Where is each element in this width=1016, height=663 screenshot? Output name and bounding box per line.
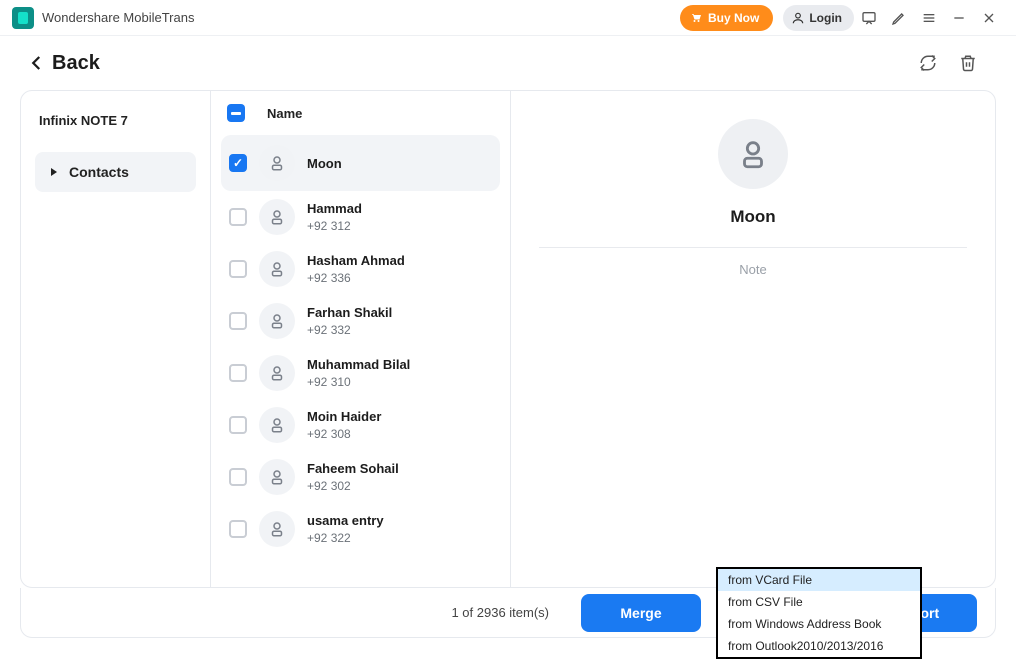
buy-now-button[interactable]: Buy Now bbox=[680, 5, 773, 31]
import-opt-vcard[interactable]: from VCard File bbox=[718, 569, 920, 591]
sidebar-item-contacts[interactable]: Contacts bbox=[35, 152, 196, 192]
detail-name: Moon bbox=[539, 207, 967, 227]
contact-phone: +92 332 bbox=[307, 323, 392, 337]
list-header: Name bbox=[211, 91, 510, 135]
contact-checkbox[interactable] bbox=[229, 416, 247, 434]
contact-info: Farhan Shakil +92 332 bbox=[307, 305, 392, 337]
contact-name: Farhan Shakil bbox=[307, 305, 392, 320]
contact-checkbox[interactable] bbox=[229, 154, 247, 172]
app-logo bbox=[12, 7, 34, 29]
select-all-checkbox[interactable] bbox=[227, 104, 245, 122]
contact-info: Moin Haider +92 308 bbox=[307, 409, 381, 441]
contact-name: Faheem Sohail bbox=[307, 461, 399, 476]
chevron-left-icon bbox=[28, 54, 46, 72]
import-menu: from VCard File from CSV File from Windo… bbox=[716, 567, 922, 659]
import-opt-outlook[interactable]: from Outlook2010/2013/2016 bbox=[718, 635, 920, 657]
item-count: 1 of 2936 item(s) bbox=[39, 605, 563, 620]
buy-now-label: Buy Now bbox=[708, 11, 759, 25]
device-label: Infinix NOTE 7 bbox=[35, 113, 196, 128]
note-label: Note bbox=[539, 262, 967, 277]
contact-checkbox[interactable] bbox=[229, 312, 247, 330]
contact-phone: +92 312 bbox=[307, 219, 362, 233]
contact-avatar bbox=[259, 303, 295, 339]
feedback-icon[interactable] bbox=[854, 0, 884, 36]
content: Infinix NOTE 7 Contacts Name Moon Hammad +… bbox=[20, 90, 996, 588]
contact-phone: +92 310 bbox=[307, 375, 410, 389]
contact-info: usama entry +92 322 bbox=[307, 513, 384, 545]
back-label: Back bbox=[52, 52, 100, 75]
contact-name: Moon bbox=[307, 156, 342, 171]
contact-name: Hammad bbox=[307, 201, 362, 216]
sidebar: Infinix NOTE 7 Contacts bbox=[21, 91, 211, 587]
contact-name: Muhammad Bilal bbox=[307, 357, 410, 372]
contact-phone: +92 336 bbox=[307, 271, 405, 285]
detail-divider bbox=[539, 247, 967, 248]
contact-list-panel: Name Moon Hammad +92 312 Hasham Ahmad +92 33… bbox=[211, 91, 511, 587]
contact-row[interactable]: Farhan Shakil +92 332 bbox=[221, 295, 500, 347]
contact-avatar bbox=[259, 407, 295, 443]
contact-name: usama entry bbox=[307, 513, 384, 528]
app-title: Wondershare MobileTrans bbox=[42, 10, 194, 25]
caret-right-icon bbox=[49, 167, 59, 177]
contact-avatar bbox=[259, 511, 295, 547]
contact-checkbox[interactable] bbox=[229, 364, 247, 382]
login-button[interactable]: Login bbox=[783, 5, 854, 31]
login-label: Login bbox=[809, 11, 842, 25]
back-button[interactable]: Back bbox=[28, 52, 100, 75]
contact-row[interactable]: Moon bbox=[221, 135, 500, 191]
contact-name: Hasham Ahmad bbox=[307, 253, 405, 268]
contact-row[interactable]: Muhammad Bilal +92 310 bbox=[221, 347, 500, 399]
header: Back bbox=[0, 36, 1016, 90]
contact-info: Hammad +92 312 bbox=[307, 201, 362, 233]
contact-row[interactable]: usama entry +92 322 bbox=[221, 503, 500, 555]
contact-row[interactable]: Moin Haider +92 308 bbox=[221, 399, 500, 451]
user-icon bbox=[791, 11, 805, 25]
contact-phone: +92 302 bbox=[307, 479, 399, 493]
sidebar-item-label: Contacts bbox=[69, 164, 129, 180]
contact-checkbox[interactable] bbox=[229, 520, 247, 538]
detail-avatar bbox=[718, 119, 788, 189]
menu-icon[interactable] bbox=[914, 0, 944, 36]
contact-avatar bbox=[259, 145, 295, 181]
contact-checkbox[interactable] bbox=[229, 468, 247, 486]
refresh-icon[interactable] bbox=[908, 43, 948, 83]
trash-icon[interactable] bbox=[948, 43, 988, 83]
minimize-icon[interactable] bbox=[944, 0, 974, 36]
import-opt-wab[interactable]: from Windows Address Book bbox=[718, 613, 920, 635]
column-name: Name bbox=[267, 106, 302, 121]
contact-checkbox[interactable] bbox=[229, 260, 247, 278]
contact-avatar bbox=[259, 355, 295, 391]
contact-info: Muhammad Bilal +92 310 bbox=[307, 357, 410, 389]
merge-button[interactable]: Merge bbox=[581, 594, 701, 632]
cart-icon bbox=[690, 12, 702, 24]
titlebar: Wondershare MobileTrans Buy Now Login bbox=[0, 0, 1016, 36]
contact-list[interactable]: Moon Hammad +92 312 Hasham Ahmad +92 336 Farh… bbox=[211, 135, 510, 587]
contact-checkbox[interactable] bbox=[229, 208, 247, 226]
import-opt-csv[interactable]: from CSV File bbox=[718, 591, 920, 613]
contact-name: Moin Haider bbox=[307, 409, 381, 424]
contact-phone: +92 322 bbox=[307, 531, 384, 545]
contact-avatar bbox=[259, 199, 295, 235]
contact-row[interactable]: Faheem Sohail +92 302 bbox=[221, 451, 500, 503]
contact-avatar bbox=[259, 251, 295, 287]
contact-row[interactable]: Hasham Ahmad +92 336 bbox=[221, 243, 500, 295]
contact-phone: +92 308 bbox=[307, 427, 381, 441]
contact-detail: Moon Note bbox=[511, 91, 995, 587]
contact-info: Hasham Ahmad +92 336 bbox=[307, 253, 405, 285]
edit-icon[interactable] bbox=[884, 0, 914, 36]
contact-avatar bbox=[259, 459, 295, 495]
contact-row[interactable]: Hammad +92 312 bbox=[221, 191, 500, 243]
contact-info: Moon bbox=[307, 156, 342, 171]
contact-info: Faheem Sohail +92 302 bbox=[307, 461, 399, 493]
close-icon[interactable] bbox=[974, 0, 1004, 36]
